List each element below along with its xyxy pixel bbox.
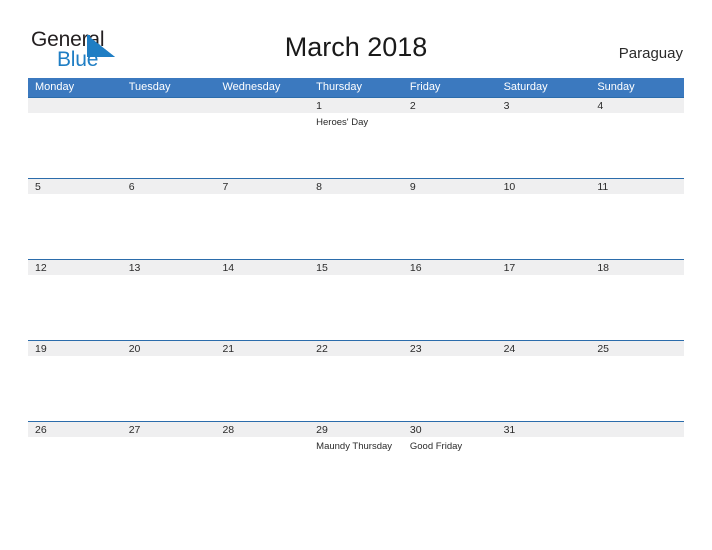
weekday-header-friday: Friday (409, 81, 441, 93)
calendar-week-row: 19 20 21 22 23 24 25 (28, 340, 684, 421)
day-cell[interactable]: 25 (590, 341, 684, 421)
page-title: March 2018 (284, 32, 428, 62)
day-number: 15 (316, 262, 328, 274)
day-cell[interactable]: 11 (590, 179, 684, 259)
day-cell[interactable]: 16 (403, 260, 497, 340)
calendar-week-row: 12 13 14 15 16 17 18 (28, 259, 684, 340)
day-event: Maundy Thursday (316, 441, 393, 452)
day-cell[interactable]: 19 (28, 341, 122, 421)
day-number: 14 (222, 262, 235, 274)
day-number: 2 (409, 100, 416, 112)
day-cell[interactable]: 26 (28, 422, 122, 502)
day-number: 31 (503, 424, 516, 436)
day-number: 26 (35, 424, 47, 436)
day-number: 29 (316, 424, 328, 436)
day-number: 18 (597, 262, 609, 274)
weekday-header-row: Monday Tuesday Wednesday Thursday Friday… (28, 78, 684, 97)
day-cell[interactable]: 3 (497, 98, 591, 178)
day-number: 3 (503, 100, 510, 112)
day-cell[interactable]: 6 (122, 179, 216, 259)
day-cell[interactable] (590, 422, 684, 502)
week-days: 12 13 14 15 16 17 18 (28, 260, 684, 340)
day-cell[interactable] (215, 98, 309, 178)
day-cell[interactable] (28, 98, 122, 178)
country-label: Paraguay (618, 45, 683, 62)
day-number: 23 (409, 343, 422, 355)
day-cell[interactable]: 29 Maundy Thursday (309, 422, 403, 502)
day-event: Heroes' Day (316, 117, 369, 128)
day-cell[interactable]: 20 (122, 341, 216, 421)
day-event: Good Friday (409, 441, 463, 452)
day-cell[interactable]: 23 (403, 341, 497, 421)
day-cell[interactable]: 8 (309, 179, 403, 259)
day-cell[interactable]: 7 (215, 179, 309, 259)
day-cell[interactable]: 5 (28, 179, 122, 259)
day-cell[interactable]: 15 (309, 260, 403, 340)
calendar-week-row: 1 Heroes' Day 2 3 4 (28, 97, 684, 178)
day-number: 24 (503, 343, 516, 355)
day-number: 10 (503, 181, 516, 193)
week-days: 1 Heroes' Day 2 3 4 (28, 98, 684, 178)
weekday-header-sunday: Sunday (597, 81, 635, 93)
day-cell[interactable]: 9 (403, 179, 497, 259)
day-cell[interactable]: 27 (122, 422, 216, 502)
day-cell[interactable]: 17 (497, 260, 591, 340)
day-cell[interactable]: 22 (309, 341, 403, 421)
day-number: 22 (316, 343, 328, 355)
week-days: 5 6 7 8 9 10 11 (28, 179, 684, 259)
day-cell[interactable]: 2 (403, 98, 497, 178)
day-number: 5 (35, 181, 41, 193)
day-number: 25 (597, 343, 609, 355)
week-days: 19 20 21 22 23 24 25 (28, 341, 684, 421)
calendar-week-row: 26 27 28 29 Maundy Thursday 30 Good Frid… (28, 421, 684, 502)
day-cell[interactable]: 31 (497, 422, 591, 502)
day-number: 11 (597, 181, 609, 193)
day-cell[interactable]: 21 (215, 341, 309, 421)
week-days: 26 27 28 29 Maundy Thursday 30 Good Frid… (28, 422, 684, 502)
calendar-week-row: 5 6 7 8 9 10 11 (28, 178, 684, 259)
day-cell[interactable]: 24 (497, 341, 591, 421)
day-number: 9 (409, 181, 416, 193)
weekday-header-saturday: Saturday (503, 81, 548, 93)
day-number: 7 (222, 181, 229, 193)
day-number: 17 (503, 262, 516, 274)
day-number: 21 (222, 343, 235, 355)
weekday-header-thursday: Thursday (316, 81, 363, 93)
day-number: 8 (316, 181, 322, 193)
weekday-header-wednesday: Wednesday (222, 81, 281, 93)
weekday-header-tuesday: Tuesday (128, 81, 171, 93)
day-number: 13 (128, 262, 141, 274)
day-cell[interactable]: 4 (590, 98, 684, 178)
day-number: 28 (222, 424, 235, 436)
day-cell[interactable]: 14 (215, 260, 309, 340)
calendar-grid: Monday Tuesday Wednesday Thursday Friday… (28, 78, 684, 502)
day-number: 4 (597, 100, 604, 112)
day-cell[interactable]: 28 (215, 422, 309, 502)
day-number: 19 (35, 343, 47, 355)
day-number: 1 (316, 100, 322, 112)
day-cell[interactable]: 1 Heroes' Day (309, 98, 403, 178)
day-number: 16 (409, 262, 422, 274)
day-number: 6 (128, 181, 135, 193)
day-cell[interactable]: 30 Good Friday (403, 422, 497, 502)
page-header: General Blue March 2018 Paraguay (0, 0, 712, 76)
day-number: 30 (409, 424, 422, 436)
weekday-header-monday: Monday (35, 81, 75, 93)
day-number: 27 (128, 424, 141, 436)
day-cell[interactable]: 18 (590, 260, 684, 340)
day-cell[interactable]: 10 (497, 179, 591, 259)
day-number: 20 (128, 343, 141, 355)
day-cell[interactable]: 12 (28, 260, 122, 340)
day-number: 12 (35, 262, 47, 274)
day-cell[interactable] (122, 98, 216, 178)
day-cell[interactable]: 13 (122, 260, 216, 340)
